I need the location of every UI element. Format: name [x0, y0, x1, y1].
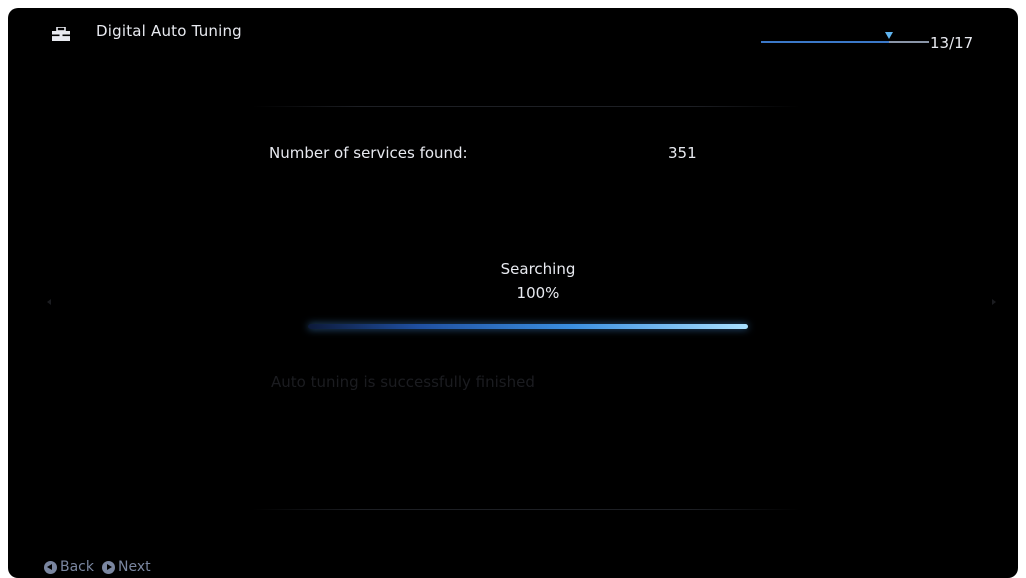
left-arrow-icon — [47, 299, 51, 305]
step-progress-remaining — [889, 41, 929, 43]
step-marker-icon — [885, 32, 893, 39]
search-progress-fill — [308, 324, 748, 329]
next-arrow-icon — [102, 560, 115, 574]
search-progress-bar — [308, 324, 748, 329]
toolbox-icon — [52, 26, 70, 41]
back-arrow-icon — [44, 560, 57, 574]
step-progress-track — [761, 32, 929, 44]
footer-nav: Back Next — [44, 558, 159, 576]
back-button[interactable]: Back — [44, 559, 94, 575]
right-arrow-icon — [992, 299, 996, 305]
header-bar: Digital Auto Tuning 13/17 — [8, 8, 1018, 64]
content-divider-bottom — [252, 509, 800, 510]
tv-screen: Digital Auto Tuning 13/17 Number of serv… — [8, 8, 1018, 578]
content-divider-top — [252, 106, 800, 107]
search-status-label: Searching — [500, 260, 576, 278]
next-button[interactable]: Next — [102, 559, 151, 575]
back-label: Back — [60, 559, 94, 575]
services-found-value: 351 — [668, 144, 697, 162]
finished-message: Auto tuning is successfully finished — [271, 373, 535, 391]
page-title: Digital Auto Tuning — [96, 22, 242, 40]
step-counter: 13/17 — [930, 34, 974, 52]
search-percent-label: 100% — [516, 284, 560, 302]
services-found-label: Number of services found: — [269, 144, 468, 162]
next-label: Next — [118, 559, 151, 575]
step-progress-filled — [761, 41, 889, 43]
